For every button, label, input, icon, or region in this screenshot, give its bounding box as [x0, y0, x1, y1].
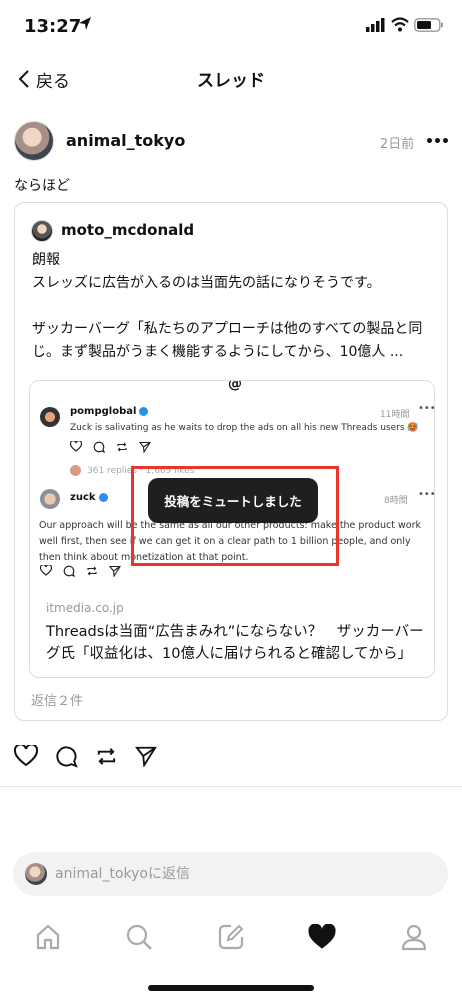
- back-button[interactable]: 戻る: [18, 66, 70, 92]
- home-indicator[interactable]: [148, 985, 314, 991]
- heart-filled-icon: [308, 924, 336, 949]
- heart-icon: [70, 441, 82, 452]
- comment-button[interactable]: [54, 744, 78, 768]
- comment-icon: [55, 745, 78, 768]
- cellular-signal-icon: [366, 18, 385, 32]
- embedded-text: Zuck is salivating as he waits to drop t…: [70, 423, 419, 433]
- verified-badge-icon: [139, 406, 149, 416]
- embedded-avatar: [40, 489, 60, 509]
- chevron-left-icon: [18, 70, 29, 88]
- replies-count[interactable]: 返信２件: [31, 690, 83, 709]
- quoted-post-card[interactable]: moto_mcdonald 朗報 スレッズに広告が入るのは当面先の話になりそうで…: [14, 202, 448, 721]
- more-options-icon[interactable]: [427, 138, 448, 143]
- quoted-author-avatar[interactable]: [31, 220, 53, 242]
- post-actions: [14, 744, 158, 768]
- quoted-line: じ。まず製品がうまく機能するようにしてから、10億人 ...: [32, 344, 404, 360]
- embedded-author: zuck: [70, 492, 108, 503]
- embedded-author: pompglobal: [70, 406, 149, 417]
- quoted-author-name[interactable]: moto_mcdonald: [61, 221, 194, 239]
- post-timestamp: 2日前: [380, 137, 415, 152]
- compose-icon: [218, 924, 244, 950]
- reply-bar[interactable]: [13, 852, 448, 896]
- tab-profile[interactable]: [394, 917, 434, 957]
- embedded-avatar: [40, 407, 60, 427]
- embedded-time: 8時間: [384, 496, 408, 506]
- divider: [0, 786, 462, 787]
- embedded-more-icon: •••: [418, 489, 435, 500]
- post-author-avatar[interactable]: [14, 121, 54, 161]
- embedded-actions: [70, 441, 151, 453]
- home-icon: [36, 924, 60, 950]
- send-icon: [109, 565, 121, 577]
- verified-badge-icon: [98, 492, 108, 502]
- link-preview-card[interactable]: @ pompglobal 11時間 ••• Zuck is salivating…: [29, 380, 435, 678]
- post-author-name[interactable]: animal_tokyo: [66, 131, 185, 150]
- embedded-actions: [40, 565, 121, 577]
- quoted-line: 朗報: [32, 252, 60, 268]
- share-button[interactable]: [134, 744, 158, 768]
- tab-compose[interactable]: [211, 917, 251, 957]
- comment-icon: [93, 441, 105, 453]
- comment-icon: [63, 565, 75, 577]
- link-title[interactable]: Threadsは当面“広告まみれ”にならない？ ザッカーバーグ氏「収益化は、10…: [46, 621, 426, 665]
- tab-activity[interactable]: [302, 917, 342, 957]
- like-button[interactable]: [14, 744, 38, 768]
- link-domain: itmedia.co.jp: [46, 601, 124, 615]
- threads-logo-icon: @: [228, 380, 242, 392]
- reply-avatar: [25, 863, 47, 885]
- link-preview-image: @ pompglobal 11時間 ••• Zuck is salivating…: [30, 380, 435, 593]
- location-arrow-icon: [79, 17, 91, 30]
- quoted-line: スレッズに広告が入るのは当面先の話になりそうです。: [32, 275, 381, 291]
- status-bar: 13:27: [0, 0, 462, 54]
- send-icon: [135, 746, 157, 767]
- embedded-time: 11時間: [380, 410, 410, 420]
- tab-home[interactable]: [28, 917, 68, 957]
- battery-icon: [414, 18, 443, 32]
- quoted-line: ザッカーバーグ「私たちのアプローチは他のすべての製品と同: [32, 321, 423, 337]
- send-icon: [139, 441, 151, 453]
- post-text: ならほど: [14, 178, 70, 194]
- tab-search[interactable]: [119, 917, 159, 957]
- quoted-post-text: 朗報 スレッズに広告が入るのは当面先の話になりそうです。 ザッカーバーグ「私たち…: [32, 249, 436, 364]
- highlight-box: [131, 466, 339, 566]
- repost-icon: [117, 442, 127, 452]
- reply-input[interactable]: [55, 866, 435, 882]
- tab-bar: [0, 917, 462, 957]
- wifi-icon: [391, 17, 409, 32]
- repost-button[interactable]: [94, 744, 118, 768]
- quoted-line: [32, 295, 436, 318]
- repost-icon: [97, 747, 115, 765]
- profile-icon: [401, 924, 427, 951]
- status-time: 13:27: [24, 16, 82, 37]
- heart-icon: [14, 745, 38, 767]
- search-icon: [126, 924, 152, 950]
- repost-icon: [87, 566, 97, 576]
- embedded-more-icon: •••: [418, 403, 435, 414]
- heart-icon: [40, 565, 52, 576]
- back-label: 戻る: [36, 71, 70, 92]
